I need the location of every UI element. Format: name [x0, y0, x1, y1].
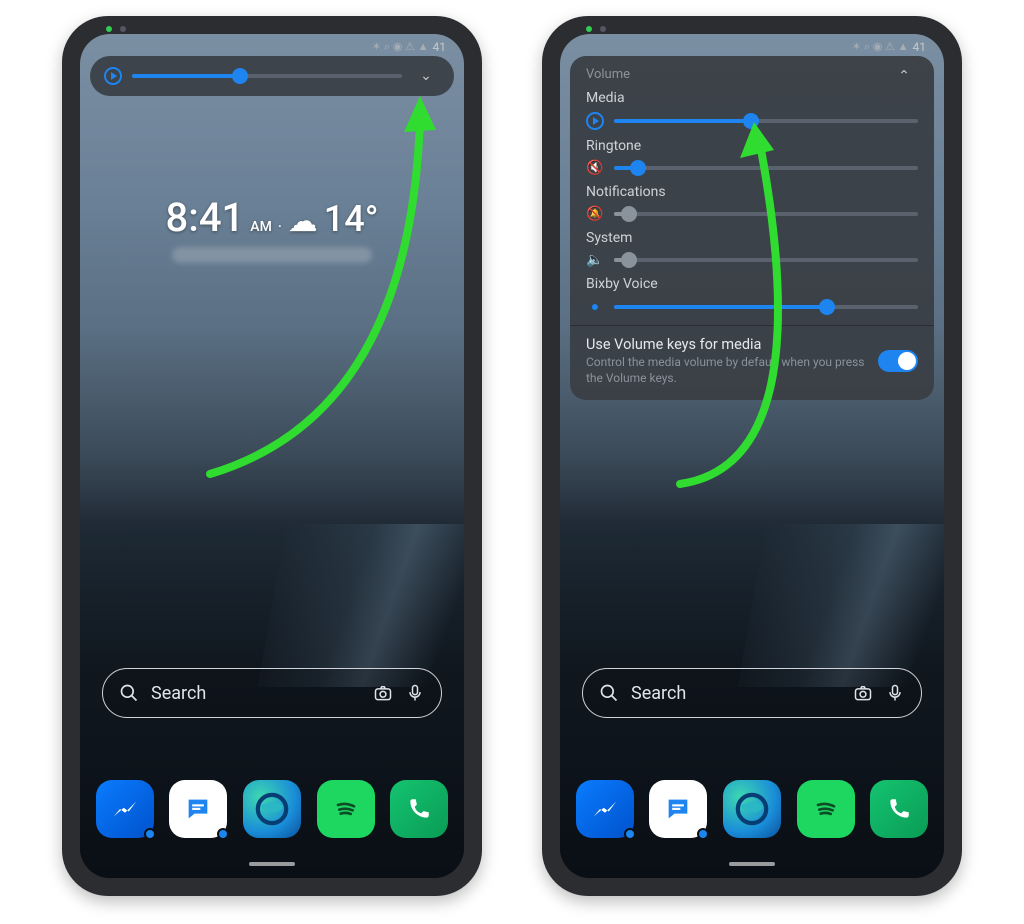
label-media: Media [586, 90, 918, 106]
app-edge[interactable] [723, 780, 781, 838]
play-icon [104, 67, 122, 85]
clock-ampm: AM [250, 219, 272, 235]
slider-ringtone[interactable] [614, 166, 918, 170]
volume-keys-toggle-row[interactable]: Use Volume keys for media Control the me… [586, 336, 918, 386]
app-spotify[interactable] [317, 780, 375, 838]
screen-left: ✶ ⌕ ◉ ⚠ ▲ 41 ⌄ 8:41 AM · ☁ 14° [80, 34, 464, 878]
search-icon [119, 683, 139, 703]
camera-icon[interactable] [373, 683, 393, 703]
phone-right: ✶ ⌕ ◉ ⚠ ▲ 41 Volume ⌄ Media Ringtone [542, 16, 962, 896]
label-system: System [586, 230, 918, 246]
app-phone[interactable] [870, 780, 928, 838]
app-messages[interactable] [649, 780, 707, 838]
app-dock [560, 780, 944, 838]
bixby-icon: ● [586, 298, 604, 315]
search-placeholder: Search [151, 683, 361, 704]
volume-row-media: Media [586, 90, 918, 130]
status-time: 41 [913, 40, 927, 54]
home-indicator[interactable] [729, 862, 775, 866]
system-mute-icon: 🔈 [586, 252, 604, 268]
phone-left: ✶ ⌕ ◉ ⚠ ▲ 41 ⌄ 8:41 AM · ☁ 14° [62, 16, 482, 896]
search-bar[interactable]: Search [102, 668, 442, 718]
app-spotify[interactable] [797, 780, 855, 838]
expand-volume-chevron-icon[interactable]: ⌄ [412, 68, 440, 84]
weather-cloud-icon: ☁ [288, 207, 318, 237]
volume-row-bixby: Bixby Voice ● [586, 276, 918, 315]
volume-row-ringtone: Ringtone 🔇 [586, 138, 918, 176]
mic-icon[interactable] [885, 683, 905, 703]
label-bixby: Bixby Voice [586, 276, 918, 292]
weather-temp: 14° [324, 198, 379, 240]
volume-panel: Volume ⌄ Media Ringtone 🔇 [570, 56, 934, 400]
status-time: 41 [433, 40, 447, 54]
slider-bixby[interactable] [614, 305, 918, 309]
collapse-volume-chevron-icon[interactable]: ⌄ [890, 66, 918, 82]
app-messages[interactable] [169, 780, 227, 838]
app-messenger[interactable] [96, 780, 154, 838]
clock-time: 8:41 [166, 194, 245, 241]
label-ringtone: Ringtone [586, 138, 918, 154]
volume-row-notifications: Notifications 🔕 [586, 184, 918, 222]
search-bar[interactable]: Search [582, 668, 922, 718]
location-blurred [172, 247, 372, 263]
app-messenger[interactable] [576, 780, 634, 838]
ringtone-mute-icon: 🔇 [586, 160, 604, 176]
status-icons: ✶ ⌕ ◉ ⚠ ▲ [372, 40, 429, 54]
screen-right: ✶ ⌕ ◉ ⚠ ▲ 41 Volume ⌄ Media Ringtone [560, 34, 944, 878]
volume-panel-title: Volume [586, 67, 630, 82]
home-indicator[interactable] [249, 862, 295, 866]
camera-icon[interactable] [853, 683, 873, 703]
search-icon [599, 683, 619, 703]
clock-weather-widget[interactable]: 8:41 AM · ☁ 14° [80, 194, 464, 263]
toggle-sub: Control the media volume by default when… [586, 355, 866, 386]
mic-icon[interactable] [405, 683, 425, 703]
divider [570, 325, 934, 326]
slider-system[interactable] [614, 258, 918, 262]
app-dock [80, 780, 464, 838]
status-icons: ✶ ⌕ ◉ ⚠ ▲ [852, 40, 909, 54]
slider-media[interactable] [614, 119, 918, 123]
toggle-switch[interactable] [878, 350, 918, 372]
volume-row-system: System 🔈 [586, 230, 918, 268]
play-icon [586, 112, 604, 130]
slider-notifications[interactable] [614, 212, 918, 216]
toggle-title: Use Volume keys for media [586, 336, 866, 353]
app-phone[interactable] [390, 780, 448, 838]
search-placeholder: Search [631, 683, 841, 704]
app-edge[interactable] [243, 780, 301, 838]
media-volume-slider[interactable] [132, 74, 402, 78]
volume-bar-collapsed[interactable]: ⌄ [90, 56, 454, 96]
notifications-mute-icon: 🔕 [586, 206, 604, 222]
label-notifications: Notifications [586, 184, 918, 200]
